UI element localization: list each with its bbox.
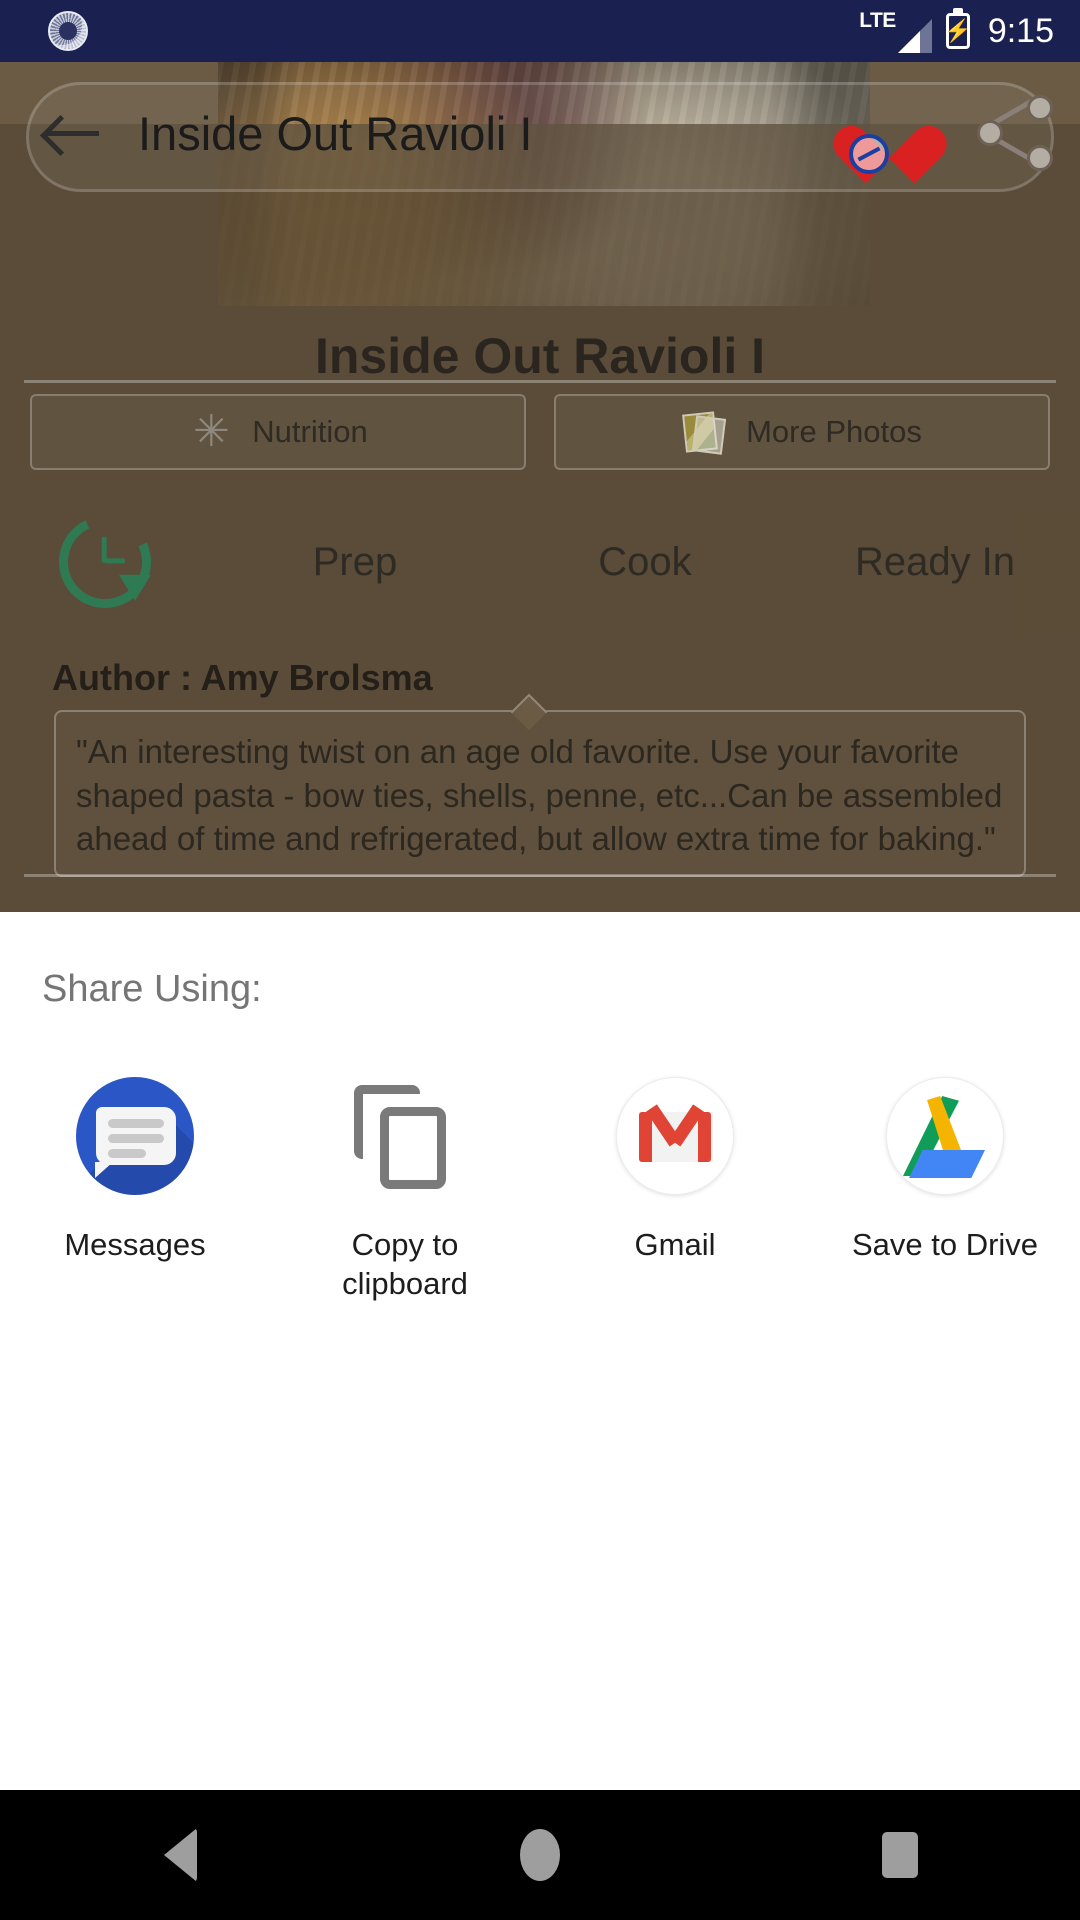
share-icon	[977, 95, 1053, 171]
nutrition-icon	[188, 409, 234, 455]
share-targets-list: Messages Copy to clipboard Gmail Save to…	[0, 1062, 1080, 1304]
circle-home-icon	[520, 1829, 560, 1881]
page-title: Inside Out Ravioli I	[314, 328, 766, 384]
action-buttons-row: Nutrition More Photos	[30, 394, 1050, 470]
share-target-label: Messages	[64, 1227, 206, 1262]
share-target-messages[interactable]: Messages	[0, 1062, 270, 1304]
app-toolbar: Inside Out Ravioli I	[0, 62, 1080, 204]
alarm-clock-icon	[48, 11, 88, 51]
arrow-left-icon	[45, 113, 101, 153]
recipe-detail-screen: Inside Out Ravioli I Inside Out Ravioli …	[0, 62, 1080, 912]
triangle-back-icon	[163, 1828, 197, 1882]
share-target-label: Save to Drive	[851, 1227, 1039, 1262]
share-target-save-to-drive[interactable]: Save to Drive	[810, 1062, 1080, 1304]
share-target-label: Gmail	[634, 1227, 716, 1262]
heart-icon	[849, 102, 925, 174]
share-target-gmail[interactable]: Gmail	[540, 1062, 810, 1304]
toolbar-title: Inside Out Ravioli I	[138, 106, 533, 160]
android-navigation-bar	[0, 1790, 1080, 1920]
share-target-label: Copy to clipboard	[342, 1227, 468, 1301]
prep-time-label: Prep	[312, 539, 398, 584]
favorite-button[interactable]	[830, 78, 950, 188]
nav-back-button[interactable]	[0, 1828, 360, 1882]
nutrition-button-label: Nutrition	[252, 414, 368, 449]
times-row: Prep Cook Ready In	[0, 503, 1080, 621]
more-photos-button[interactable]: More Photos	[554, 394, 1050, 470]
back-button[interactable]	[18, 78, 128, 188]
photos-icon	[682, 409, 728, 455]
recipe-description: "An interesting twist on an age old favo…	[54, 710, 1026, 877]
battery-charging-icon: ⚡	[944, 13, 972, 49]
nav-home-button[interactable]	[360, 1829, 720, 1881]
status-bar: LTE ⚡ 9:15	[0, 0, 1080, 62]
copy-to-clipboard-icon	[331, 1062, 479, 1210]
status-bar-right: LTE ⚡ 9:15	[859, 10, 1080, 53]
messages-icon	[61, 1062, 209, 1210]
author-label: Author : Amy Brolsma	[52, 657, 433, 698]
no-entry-icon	[849, 134, 889, 174]
status-bar-left	[0, 11, 859, 51]
square-recents-icon	[882, 1832, 918, 1878]
divider-top	[24, 380, 1056, 383]
status-bar-clock: 9:15	[987, 11, 1054, 50]
cook-time-label: Cook	[598, 539, 692, 584]
google-drive-icon	[871, 1062, 1019, 1210]
divider-bottom	[24, 874, 1056, 877]
share-sheet-title: Share Using:	[42, 968, 262, 1010]
network-type-label: LTE	[859, 8, 896, 32]
signal-bars-icon	[897, 18, 932, 53]
clock-icon	[0, 503, 210, 621]
more-photos-button-label: More Photos	[746, 414, 922, 449]
share-target-copy-to-clipboard[interactable]: Copy to clipboard	[270, 1062, 540, 1304]
nav-recents-button[interactable]	[720, 1832, 1080, 1878]
signal-icon: LTE	[859, 10, 932, 53]
nutrition-button[interactable]: Nutrition	[30, 394, 526, 470]
share-button[interactable]	[950, 78, 1080, 188]
ready-in-time-label: Ready In	[854, 539, 1016, 584]
gmail-icon	[601, 1062, 749, 1210]
share-sheet: Share Using: Messages Copy to clipboard	[0, 912, 1080, 1790]
